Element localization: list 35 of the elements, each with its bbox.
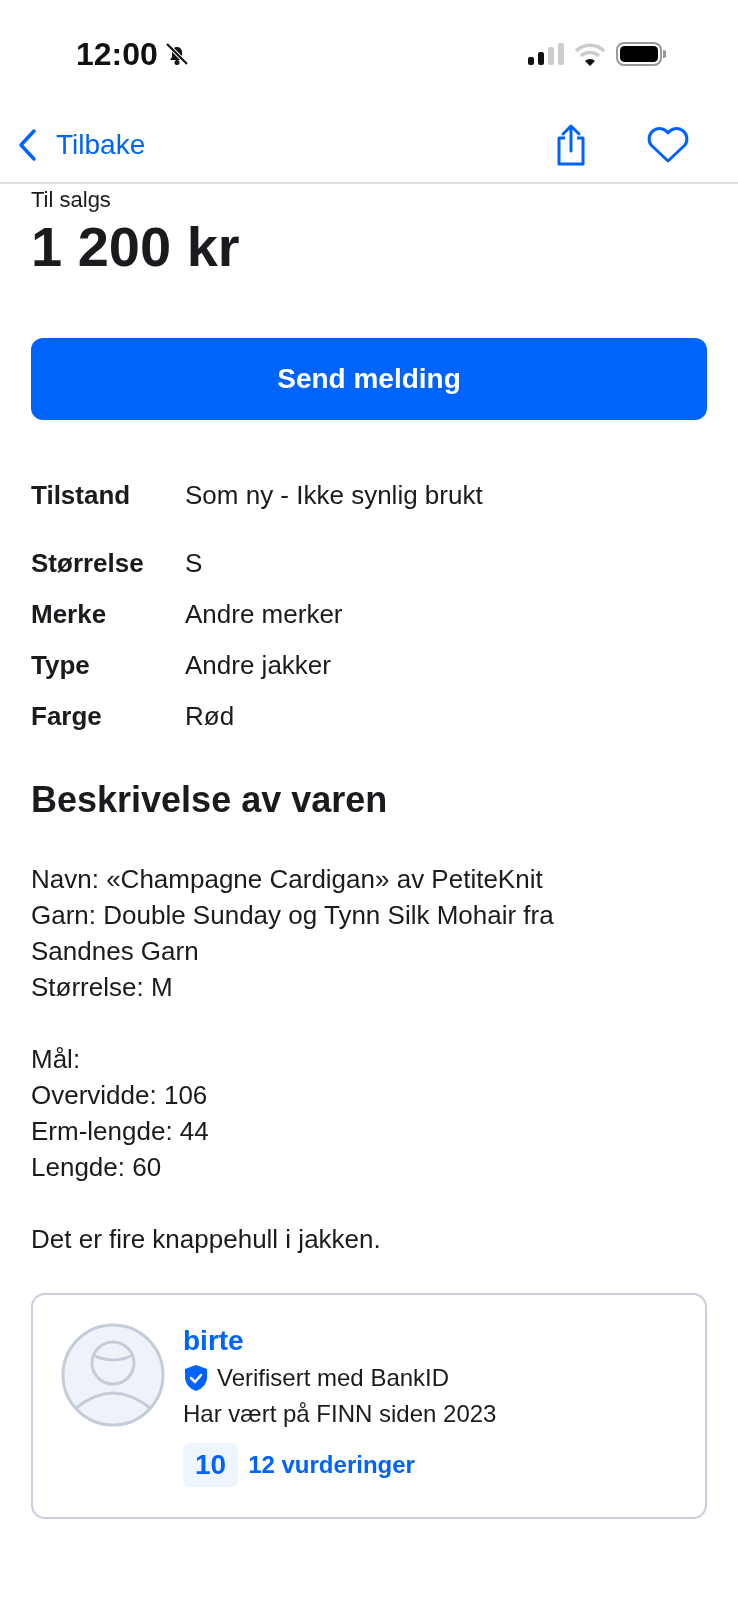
listing-status: Til salgs [31, 188, 112, 212]
spec-label: Tilstand [31, 479, 132, 512]
spec-value: Andre merker [185, 598, 343, 631]
description-line: Erm-lengde: 44 [31, 1115, 210, 1148]
description-line: Det er fire knappehull i jakken. [31, 1223, 382, 1256]
description-line: Navn: «Champagne Cardigan» av PetiteKnit [31, 863, 544, 896]
spec-value: S [185, 547, 203, 580]
spec-label: Farge [31, 700, 103, 733]
description-line: Overvidde: 106 [31, 1079, 209, 1112]
avatar-icon [61, 1323, 165, 1427]
send-message-button[interactable]: Send melding [31, 338, 707, 420]
spec-value: Rød [185, 700, 235, 733]
back-button[interactable]: Tilbake [18, 128, 146, 162]
rating-score: 10 [183, 1443, 239, 1487]
spec-label: Størrelse [31, 547, 145, 580]
member-since-text: Har vært på FINN siden 2023 [183, 1399, 497, 1429]
seller-name-link[interactable]: birte [183, 1323, 497, 1359]
price: 1 200 kr [31, 214, 241, 280]
spec-value: Som ny - Ikke synlig brukt [185, 479, 483, 512]
verification-text: Verifisert med BankID [217, 1363, 450, 1393]
description-line: Mål: [31, 1043, 82, 1076]
description-line: Garn: Double Sunday og Tynn Silk Mohair fra Sandnes Garn [31, 899, 555, 968]
battery-icon [616, 42, 666, 66]
spec-label: Type [31, 649, 91, 682]
clock-time: 12:00 [76, 35, 158, 73]
reviews-link[interactable]: 12 vurderinger [248, 1451, 415, 1479]
description-line: Lengde: 60 [31, 1151, 163, 1184]
chevron-left-icon [18, 128, 38, 162]
description-line: Størrelse: M [31, 971, 174, 1004]
signal-icon [528, 43, 564, 65]
spec-label: Merke [31, 598, 108, 631]
wifi-icon [574, 42, 606, 66]
heart-icon[interactable] [646, 126, 690, 164]
spec-value: Andre jakker [185, 649, 331, 682]
section-heading: Beskrivelse av varen [31, 779, 389, 821]
